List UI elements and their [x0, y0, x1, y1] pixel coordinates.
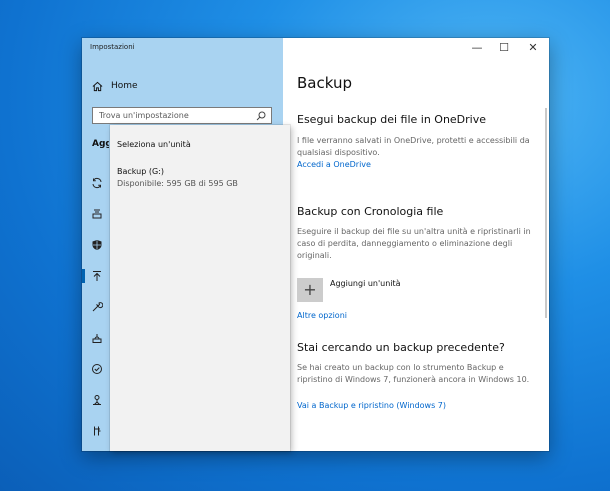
delivery-icon[interactable]	[91, 208, 103, 220]
search-icon[interactable]	[256, 111, 266, 121]
add-drive-button[interactable]: +	[297, 278, 323, 302]
page-title: Backup	[297, 74, 352, 92]
settings-window: Impostazioni Home Aggiornamento e sicure…	[82, 38, 549, 451]
plus-icon: +	[303, 280, 317, 299]
close-button[interactable]: ✕	[522, 40, 544, 56]
active-indicator	[82, 269, 85, 283]
home-label: Home	[111, 81, 138, 91]
section-title: Aggiornamento e sicurezza	[92, 139, 109, 149]
wrench-icon[interactable]	[91, 301, 103, 313]
flyout-heading: Seleziona un'unità	[117, 140, 191, 149]
windows7-backup-link[interactable]: Vai a Backup e ripristino (Windows 7)	[297, 401, 446, 410]
older-backup-heading: Stai cercando un backup precedente?	[297, 341, 505, 354]
search-box[interactable]	[92, 107, 272, 124]
sidebar-item-home[interactable]: Home	[92, 79, 138, 93]
recovery-icon[interactable]	[91, 332, 103, 344]
activation-icon[interactable]	[91, 363, 103, 375]
older-backup-description: Se hai creato un backup con lo strumento…	[297, 363, 530, 384]
search-input[interactable]	[93, 111, 249, 120]
shield-icon[interactable]	[91, 239, 103, 251]
drive-selection-flyout: Seleziona un'unità Backup (G:) Disponibi…	[110, 125, 290, 451]
onedrive-heading: Esegui backup dei file in OneDrive	[297, 113, 487, 126]
drive-name: Backup (G:)	[117, 167, 165, 176]
file-history-description: Eseguire il backup dei file su un'altra …	[297, 227, 531, 260]
backup-icon[interactable]	[91, 270, 103, 282]
maximize-button[interactable]: ☐	[493, 40, 515, 56]
developer-icon[interactable]	[91, 425, 103, 437]
home-icon	[92, 81, 103, 91]
onedrive-link[interactable]: Accedi a OneDrive	[297, 160, 371, 169]
more-options-link[interactable]: Altre opzioni	[297, 311, 347, 320]
scrollbar[interactable]	[545, 108, 547, 318]
onedrive-description: I file verranno salvati in OneDrive, pro…	[297, 136, 530, 157]
minimize-button[interactable]: —	[466, 40, 488, 56]
drive-free-space: Disponibile: 595 GB di 595 GB	[117, 179, 238, 188]
file-history-heading: Backup con Cronologia file	[297, 205, 444, 218]
add-drive-label[interactable]: Aggiungi un'unità	[330, 279, 401, 288]
find-device-icon[interactable]	[91, 394, 103, 406]
window-title: Impostazioni	[90, 43, 135, 51]
sync-icon[interactable]	[91, 177, 103, 189]
